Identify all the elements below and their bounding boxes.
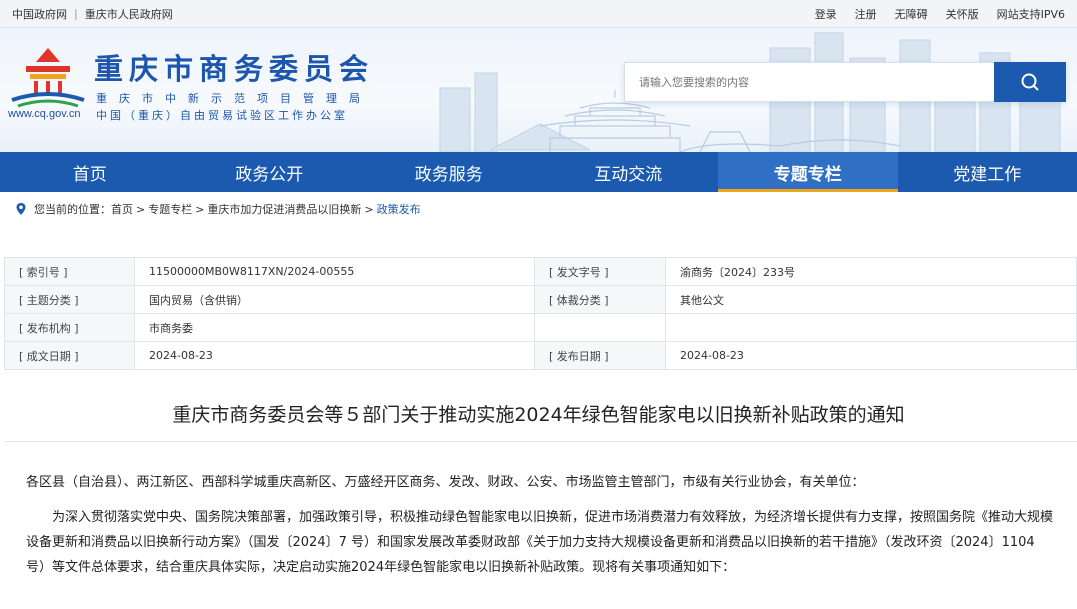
meta-value: 渝商务〔2024〕233号 bbox=[665, 257, 1077, 286]
nav-party-building[interactable]: 党建工作 bbox=[898, 152, 1077, 192]
breadcrumb: 您当前的位置： 首页 > 专题专栏 > 重庆市加力促进消费品以旧换新 > 政策发… bbox=[0, 192, 1077, 226]
table-row: [ 索引号 ] 11500000MB0W8117XN/2024-00555 [ … bbox=[4, 257, 1077, 286]
search-box bbox=[624, 62, 1066, 102]
breadcrumb-prefix: 您当前的位置： bbox=[34, 203, 111, 216]
location-pin-icon bbox=[16, 203, 26, 215]
register-link[interactable]: 注册 bbox=[855, 6, 877, 22]
site-subtitle-2: 中国（重庆）自由贸易试验区工作办公室 bbox=[96, 109, 348, 122]
top-links-right: 登录 注册 无障碍 关怀版 网站支持IPV6 bbox=[815, 6, 1065, 22]
chongqing-logo-icon bbox=[11, 48, 85, 108]
meta-value: 2024-08-23 bbox=[134, 341, 535, 370]
meta-value-empty bbox=[665, 313, 1077, 342]
nav-government-services[interactable]: 政务服务 bbox=[359, 152, 539, 192]
search-input[interactable] bbox=[624, 62, 994, 102]
breadcrumb-separator: > bbox=[364, 202, 374, 216]
article-paragraph: 为深入贯彻落实党中央、国务院决策部署，加强政策引导，积极推动绿色智能家电以旧换新… bbox=[26, 510, 1054, 575]
table-row: [ 主题分类 ] 国内贸易（含供销） [ 体裁分类 ] 其他公文 bbox=[4, 285, 1077, 314]
site-subtitle-1: 重庆市中新示范项目管理局 bbox=[96, 92, 372, 105]
table-row: [ 成文日期 ] 2024-08-23 [ 发布日期 ] 2024-08-23 bbox=[4, 341, 1077, 370]
meta-key: [ 索引号 ] bbox=[4, 257, 135, 286]
nav-interaction[interactable]: 互动交流 bbox=[539, 152, 719, 192]
meta-value: 2024-08-23 bbox=[665, 341, 1077, 370]
breadcrumb-separator: > bbox=[195, 202, 205, 216]
nav-special-topics[interactable]: 专题专栏 bbox=[718, 152, 898, 192]
meta-key: [ 主题分类 ] bbox=[4, 285, 135, 314]
breadcrumb-home[interactable]: 首页 bbox=[111, 201, 133, 217]
meta-value: 国内贸易（含供销） bbox=[134, 285, 535, 314]
divider bbox=[4, 441, 1077, 442]
search-icon bbox=[1021, 73, 1039, 91]
breadcrumb-special-topics[interactable]: 专题专栏 bbox=[148, 201, 192, 217]
breadcrumb-trade-in-topic[interactable]: 重庆市加力促进消费品以旧换新 bbox=[207, 201, 361, 217]
link-china-gov[interactable]: 中国政府网 bbox=[12, 6, 67, 22]
article-salutation: 各区县（自治县）、两江新区、西部科学城重庆高新区、万盛经开区商务、发改、财政、公… bbox=[26, 475, 865, 490]
site-url: www.cq.gov.cn bbox=[8, 108, 81, 120]
meta-key: [ 发布日期 ] bbox=[534, 341, 666, 370]
breadcrumb-separator: > bbox=[136, 202, 146, 216]
table-row: [ 发布机构 ] 市商务委 bbox=[4, 313, 1077, 342]
article-title: 重庆市商务委员会等５部门关于推动实施2024年绿色智能家电以旧换新补贴政策的通知 bbox=[172, 404, 905, 426]
meta-value: 市商务委 bbox=[134, 313, 535, 342]
nav-home[interactable]: 首页 bbox=[0, 152, 180, 192]
login-link[interactable]: 登录 bbox=[815, 6, 837, 22]
meta-value: 11500000MB0W8117XN/2024-00555 bbox=[134, 257, 535, 286]
main-nav: 首页 政务公开 政务服务 互动交流 专题专栏 党建工作 bbox=[0, 152, 1077, 192]
meta-key: [ 发文字号 ] bbox=[534, 257, 666, 286]
separator: | bbox=[74, 7, 78, 20]
site-header: www.cq.gov.cn 重庆市商务委员会 重庆市中新示范项目管理局 中国（重… bbox=[0, 28, 1077, 152]
top-links-left: 中国政府网 | 重庆市人民政府网 bbox=[12, 6, 173, 22]
link-chongqing-gov[interactable]: 重庆市人民政府网 bbox=[85, 6, 173, 22]
ipv6-link[interactable]: 网站支持IPV6 bbox=[997, 6, 1065, 22]
document-meta-table: [ 索引号 ] 11500000MB0W8117XN/2024-00555 [ … bbox=[4, 257, 1077, 370]
meta-value: 其他公文 bbox=[665, 285, 1077, 314]
accessibility-link[interactable]: 无障碍 bbox=[895, 6, 928, 22]
nav-government-affairs-disclosure[interactable]: 政务公开 bbox=[180, 152, 360, 192]
site-title: 重庆市商务委员会 bbox=[94, 52, 375, 86]
meta-key: [ 成文日期 ] bbox=[4, 341, 135, 370]
breadcrumb-policy-release[interactable]: 政策发布 bbox=[377, 201, 421, 217]
search-button[interactable] bbox=[994, 62, 1066, 102]
care-mode-link[interactable]: 关怀版 bbox=[946, 6, 979, 22]
top-utility-bar: 中国政府网 | 重庆市人民政府网 登录 注册 无障碍 关怀版 网站支持IPV6 bbox=[0, 0, 1077, 28]
meta-key-empty bbox=[534, 313, 666, 342]
meta-key: [ 体裁分类 ] bbox=[534, 285, 666, 314]
meta-key: [ 发布机构 ] bbox=[4, 313, 135, 342]
